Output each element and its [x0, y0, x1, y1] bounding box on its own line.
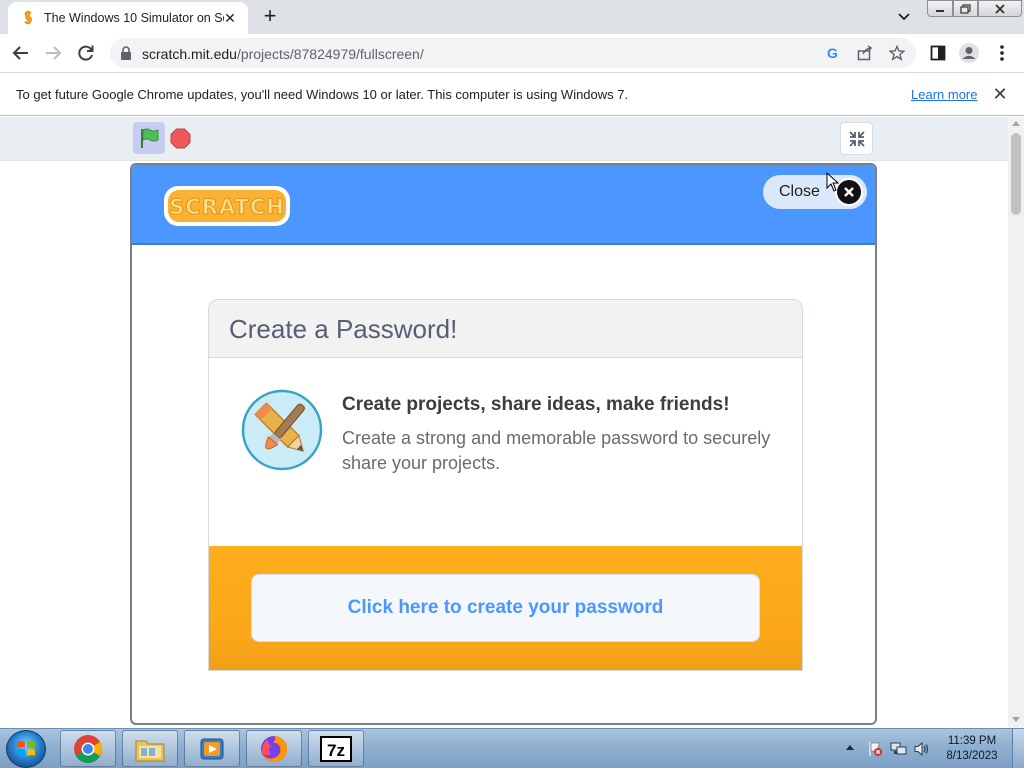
learn-more-link[interactable]: Learn more — [911, 87, 977, 102]
back-arrow-icon — [12, 46, 28, 60]
clock-date: 8/13/2023 — [946, 750, 998, 762]
tab-search-chevron-icon[interactable] — [893, 8, 915, 26]
google-lens-icon[interactable]: G — [824, 43, 844, 63]
restore-icon — [959, 3, 971, 14]
share-icon[interactable] — [855, 43, 875, 63]
7zip-icon: 7z — [320, 735, 352, 762]
pencil-brush-icon — [241, 389, 323, 471]
menu-kebab-icon[interactable] — [990, 41, 1014, 65]
minimize-button[interactable] — [927, 0, 953, 17]
volume-icon[interactable] — [913, 740, 931, 758]
forward-button[interactable] — [40, 40, 66, 66]
side-panel-icon[interactable] — [926, 41, 950, 65]
taskbar-media-player[interactable] — [184, 730, 240, 767]
infobar-message: To get future Google Chrome updates, you… — [16, 87, 629, 102]
restore-button[interactable] — [953, 0, 978, 17]
mouse-cursor-icon — [826, 172, 840, 192]
scratch-logo: SCRATCH — [164, 186, 290, 226]
stop-sign-icon[interactable] — [170, 128, 191, 149]
tab-strip: The Windows 10 Simulator on Scratch ✕ + — [0, 0, 1024, 34]
minimize-icon — [936, 9, 944, 12]
scroll-up-arrow-icon[interactable] — [1012, 121, 1020, 126]
tab-close-icon[interactable]: ✕ — [220, 8, 240, 28]
windows-taskbar: 7z 11:39 PM 8/13/2023 — [0, 728, 1024, 768]
taskbar-chrome[interactable] — [60, 730, 116, 767]
show-hidden-icons-arrow-icon[interactable] — [846, 745, 854, 750]
firefox-icon — [261, 735, 287, 762]
card-header: Create a Password! — [209, 300, 802, 358]
password-card: Create a Password! Create projects, shar… — [208, 299, 803, 671]
update-infobar: To get future Google Chrome updates, you… — [0, 72, 1024, 116]
chrome-icon — [74, 734, 102, 763]
cta-band: Click here to create your password — [209, 546, 802, 670]
url-text: scratch.mit.edu/projects/87824979/fullsc… — [142, 46, 424, 62]
media-player-icon — [200, 738, 224, 759]
svg-text:G: G — [827, 45, 838, 61]
taskbar-firefox[interactable] — [246, 730, 302, 767]
window-controls — [927, 0, 1022, 18]
taskbar-7zip[interactable]: 7z — [308, 730, 364, 767]
back-button[interactable] — [8, 40, 34, 66]
page-scrollbar[interactable] — [1008, 117, 1024, 728]
reload-button[interactable] — [73, 40, 99, 66]
lock-icon[interactable] — [120, 46, 132, 60]
show-desktop-button[interactable] — [1012, 729, 1024, 768]
address-bar[interactable]: scratch.mit.edu/projects/87824979/fullsc… — [110, 38, 916, 68]
action-center-flag-icon[interactable] — [866, 740, 884, 758]
browser-toolbar: scratch.mit.edu/projects/87824979/fullsc… — [0, 34, 1024, 72]
network-icon[interactable] — [890, 740, 908, 758]
stage-header: SCRATCH Close — [132, 165, 875, 245]
taskbar-clock[interactable]: 11:39 PM 8/13/2023 — [940, 734, 1004, 764]
new-tab-button[interactable]: + — [258, 5, 282, 29]
window-close-icon — [995, 3, 1005, 14]
card-title: Create a Password! — [229, 314, 458, 344]
scroll-thumb[interactable] — [1011, 133, 1021, 215]
tab-title: The Windows 10 Simulator on Scratch — [44, 11, 224, 25]
url-host: scratch.mit.edu — [142, 46, 237, 62]
close-button[interactable]: Close — [763, 175, 867, 209]
green-flag-button[interactable] — [133, 122, 165, 154]
forward-arrow-icon — [46, 46, 62, 60]
page-content: SCRATCH Close Create a Password! Create … — [0, 117, 1008, 728]
profile-avatar-icon[interactable] — [957, 41, 981, 65]
close-label: Close — [779, 183, 820, 200]
windows-logo-icon — [17, 741, 35, 756]
scratch-logo-text: SCRATCH — [169, 195, 285, 219]
green-flag-icon — [141, 128, 159, 148]
browser-tab[interactable]: The Windows 10 Simulator on Scratch ✕ — [8, 2, 248, 34]
player-controls-bar — [0, 117, 1008, 161]
exit-fullscreen-button[interactable] — [840, 122, 873, 155]
clock-time: 11:39 PM — [947, 735, 997, 747]
card-heading: Create projects, share ideas, make frien… — [342, 394, 730, 415]
url-path: /projects/87824979/fullscreen/ — [236, 46, 424, 62]
folder-icon — [135, 740, 165, 761]
7zip-label: 7z — [327, 741, 345, 760]
scratch-favicon-icon — [24, 10, 32, 25]
infobar-close-icon[interactable]: ✕ — [990, 84, 1010, 104]
start-button[interactable] — [6, 730, 46, 768]
exit-fullscreen-icon — [848, 130, 865, 147]
project-stage: SCRATCH Close Create a Password! Create … — [130, 163, 877, 725]
card-description: Create a strong and memorable password t… — [342, 428, 771, 473]
scroll-down-arrow-icon[interactable] — [1012, 717, 1020, 722]
window-close-button[interactable] — [978, 0, 1022, 17]
create-password-button[interactable]: Click here to create your password — [251, 574, 760, 642]
reload-icon — [78, 45, 94, 61]
bookmark-star-icon[interactable] — [887, 43, 907, 63]
taskbar-file-explorer[interactable] — [122, 730, 178, 767]
